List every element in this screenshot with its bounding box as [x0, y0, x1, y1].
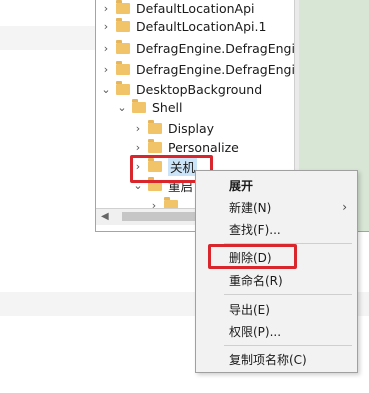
tree-item-default-location-api-1[interactable]: › DefaultLocationApi.1: [100, 16, 266, 36]
tree-item-desktop-background[interactable]: ⌄ DesktopBackground: [100, 79, 262, 99]
scroll-left-icon[interactable]: ◀: [101, 211, 109, 222]
chevron-down-icon[interactable]: ⌄: [116, 101, 128, 114]
menu-item-export[interactable]: 导出(E): [196, 298, 357, 320]
folder-icon: [116, 80, 130, 95]
menu-item-rename[interactable]: 重命名(R): [196, 269, 357, 291]
menu-item-copy-key-name[interactable]: 复制项名称(C): [196, 348, 357, 370]
chevron-down-icon[interactable]: ⌄: [100, 83, 112, 96]
chevron-right-icon: ›: [342, 200, 347, 214]
tree-item-display[interactable]: › Display: [132, 118, 214, 138]
context-menu: 展开 新建(N) › 查找(F)... 删除(D) 重命名(R) 导出(E) 权…: [195, 170, 358, 373]
menu-item-expand[interactable]: 展开: [196, 174, 357, 196]
folder-icon: [116, 39, 130, 54]
folder-icon: [164, 196, 178, 208]
tree-item-personalize[interactable]: › Personalize: [132, 137, 239, 157]
chevron-right-icon[interactable]: ›: [100, 20, 112, 33]
chevron-right-icon[interactable]: ›: [100, 63, 112, 76]
tree-item-defrag-engine-2[interactable]: › DefragEngine.DefragEngine: [100, 59, 294, 79]
folder-icon: [116, 60, 130, 75]
tree-item-defrag-engine-1[interactable]: › DefragEngine.DefragEngine: [100, 38, 294, 58]
tree-item-child-partial[interactable]: ›: [148, 195, 184, 208]
chevron-right-icon[interactable]: ›: [100, 42, 112, 55]
folder-icon: [148, 119, 162, 134]
menu-item-find[interactable]: 查找(F)...: [196, 218, 357, 240]
chevron-right-icon[interactable]: ›: [148, 199, 160, 209]
delete-highlight-box: [208, 244, 297, 269]
folder-icon: [148, 138, 162, 153]
chevron-right-icon[interactable]: ›: [100, 2, 112, 15]
tree-item-shell[interactable]: ⌄ Shell: [116, 97, 183, 117]
menu-separator: [224, 345, 352, 346]
menu-item-permissions[interactable]: 权限(P)...: [196, 320, 357, 342]
chevron-right-icon[interactable]: ›: [132, 141, 144, 154]
menu-separator: [224, 294, 352, 295]
folder-icon: [132, 98, 146, 113]
chevron-right-icon[interactable]: ›: [132, 122, 144, 135]
menu-item-new[interactable]: 新建(N) ›: [196, 196, 357, 218]
folder-icon: [116, 17, 130, 32]
folder-icon: [116, 0, 130, 14]
